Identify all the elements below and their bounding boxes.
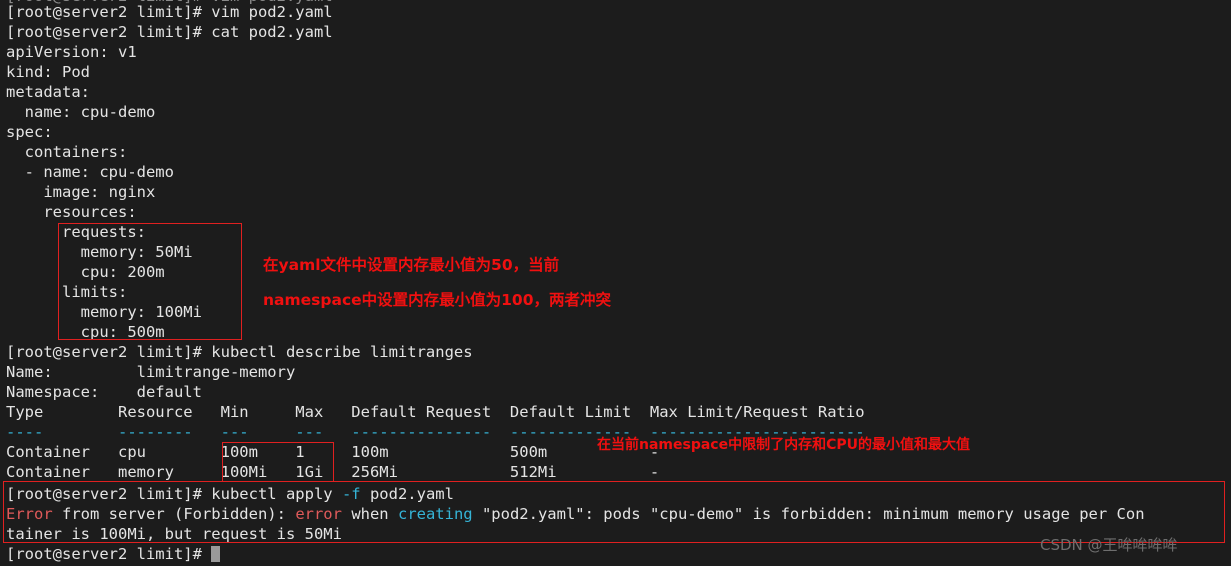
terminal-prompt-line[interactable]: [root@server2 limit]# <box>6 544 221 564</box>
annotation-yaml-note-line-1: 在yaml文件中设置内存最小值为50，当前 <box>263 256 560 274</box>
apply-flag-f: -f <box>341 485 361 503</box>
annotation-yaml-note-line-2: namespace中设置内存最小值为100，两者冲突 <box>263 291 611 309</box>
yaml-line-image: image: nginx <box>6 183 156 201</box>
yaml-line-apiversion: apiVersion: v1 <box>6 43 137 61</box>
yaml-line-spec: spec: <box>6 123 53 141</box>
error-text-segment-3: "pod2.yaml": pods "cpu-demo" is forbidde… <box>472 505 1145 523</box>
describe-name-row: Name: limitrange-memory <box>6 363 296 381</box>
terminal-line-cmd-describe: [root@server2 limit]# kubectl describe l… <box>6 343 473 361</box>
apply-cmd-suffix: pod2.yaml <box>360 485 454 503</box>
error-keyword-2: error <box>295 505 342 523</box>
terminal-line-cmd-cat: [root@server2 limit]# cat pod2.yaml <box>6 23 333 41</box>
yaml-line-metadata-name: name: cpu-demo <box>6 103 156 121</box>
yaml-line-container-name: - name: cpu-demo <box>6 163 174 181</box>
describe-table-header: Type Resource Min Max Default Request De… <box>6 403 865 421</box>
yaml-line-requests-cpu: cpu: 200m <box>6 263 165 281</box>
error-message-line-2: tainer is 100Mi, but request is 50Mi <box>6 525 342 543</box>
apply-cmd-prefix: [root@server2 limit]# kubectl apply <box>6 485 342 503</box>
error-keyword: Error <box>6 505 53 523</box>
table-row: Container cpu 100m 1 100m 500m - <box>6 443 660 461</box>
terminal-line-cmd-apply: [root@server2 limit]# kubectl apply -f p… <box>6 484 454 504</box>
yaml-line-limits-memory: memory: 100Mi <box>6 303 202 321</box>
error-message-line-1: Error from server (Forbidden): error whe… <box>6 504 1145 524</box>
yaml-line-limits-cpu: cpu: 500m <box>6 323 165 341</box>
yaml-line-containers: containers: <box>6 143 128 161</box>
yaml-line-requests-memory: memory: 50Mi <box>6 243 193 261</box>
error-text-segment-1: from server (Forbidden): <box>52 505 296 523</box>
text-cursor <box>211 546 221 562</box>
terminal-line-cmd-vim: [root@server2 limit]# vim pod2.yaml <box>6 3 333 21</box>
yaml-line-requests: requests: <box>6 223 146 241</box>
prompt-text: [root@server2 limit]# <box>6 545 212 563</box>
yaml-line-kind: kind: Pod <box>6 63 90 81</box>
error-text-segment-2: when <box>341 505 398 523</box>
terminal-window[interactable]: [root@server2 limit]# vim pod2.yaml [roo… <box>0 0 1231 566</box>
describe-namespace-row: Namespace: default <box>6 383 202 401</box>
annotation-limitrange-note: 在当前namespace中限制了内存和CPU的最小值和最大值 <box>597 437 970 453</box>
error-verb-creating: creating <box>397 505 473 523</box>
yaml-line-limits: limits: <box>6 283 128 301</box>
table-row: Container memory 100Mi 1Gi 256Mi 512Mi - <box>6 463 660 481</box>
csdn-watermark: CSDN @王哞哞哞哞 <box>1040 536 1178 554</box>
yaml-line-resources: resources: <box>6 203 137 221</box>
yaml-line-metadata: metadata: <box>6 83 90 101</box>
